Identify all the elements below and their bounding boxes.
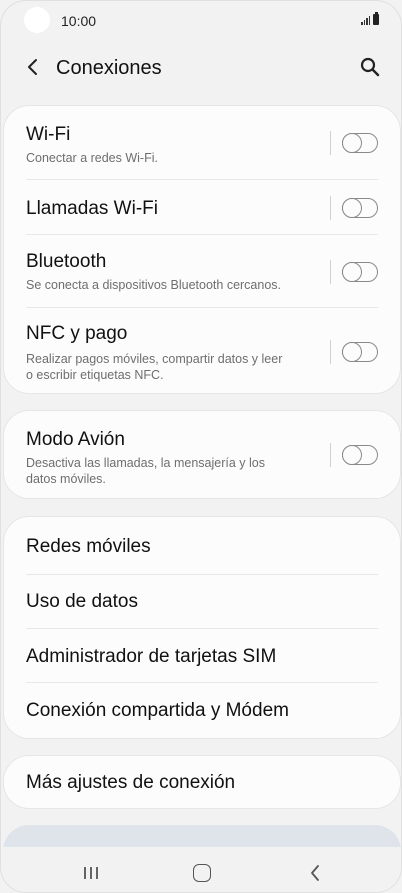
navigation-bar	[1, 847, 401, 892]
more-settings-card: Más ajustes de conexión	[3, 755, 401, 809]
airplane-mode-toggle[interactable]	[341, 444, 378, 465]
bluetooth-toggle[interactable]	[341, 261, 378, 282]
row-title: Modo Avión	[26, 429, 125, 450]
setting-row-data-usage[interactable]: Uso de datos	[4, 575, 400, 628]
wifi-calling-toggle[interactable]	[341, 197, 378, 218]
home-icon[interactable]	[193, 864, 211, 882]
row-title: Wi-Fi	[26, 124, 71, 145]
setting-row-wifi-calling[interactable]: Llamadas Wi-Fi	[4, 180, 400, 234]
row-subtitle: Conectar a redes Wi-Fi.	[26, 151, 158, 165]
nav-back-icon[interactable]	[308, 864, 322, 882]
status-bar: 10:00	[1, 1, 401, 41]
network-card: Redes móviles Uso de datos Administrador…	[3, 516, 401, 739]
setting-row-sim-manager[interactable]: Administrador de tarjetas SIM	[4, 629, 400, 682]
row-subtitle-line2: o escribir etiquetas NFC.	[26, 368, 164, 382]
signal-icon	[361, 15, 370, 25]
connections-card: Wi-Fi Conectar a redes Wi-Fi. Llamadas W…	[3, 105, 401, 394]
setting-row-nfc[interactable]: NFC y pago Realizar pagos móviles, compa…	[4, 308, 400, 394]
separator	[330, 340, 331, 364]
setting-row-more-connection-settings[interactable]: Más ajustes de conexión	[4, 756, 400, 810]
row-subtitle: Se conecta a dispositivos Bluetooth cerc…	[26, 278, 282, 292]
setting-row-tethering[interactable]: Conexión compartida y Módem	[4, 683, 400, 739]
page-title: Conexiones	[56, 57, 162, 79]
separator	[330, 131, 331, 155]
nfc-toggle[interactable]	[341, 341, 378, 362]
battery-icon	[373, 12, 379, 25]
separator	[330, 260, 331, 284]
setting-row-wifi[interactable]: Wi-Fi Conectar a redes Wi-Fi.	[4, 106, 400, 179]
camera-cutout	[24, 7, 50, 33]
back-arrow-icon[interactable]	[23, 56, 43, 78]
separator	[330, 196, 331, 220]
row-subtitle-line2: datos móviles.	[26, 472, 106, 486]
separator	[330, 443, 331, 467]
status-time: 10:00	[61, 13, 97, 29]
row-subtitle-line1: Desactiva las llamadas, la mensajería y …	[26, 456, 265, 470]
row-title: NFC y pago	[26, 323, 128, 344]
row-title: Administrador de tarjetas SIM	[26, 646, 277, 667]
recent-apps-icon[interactable]	[82, 866, 100, 880]
phone-screen: 10:00 Conexiones Wi-Fi Conectar a redes …	[0, 0, 402, 893]
row-title: Bluetooth	[26, 251, 107, 272]
row-subtitle-line1: Realizar pagos móviles, compartir datos …	[26, 352, 283, 366]
row-title: Redes móviles	[26, 536, 151, 557]
search-icon[interactable]	[359, 56, 381, 78]
row-title: Más ajustes de conexión	[26, 772, 236, 793]
setting-row-airplane-mode[interactable]: Modo Avión Desactiva las llamadas, la me…	[4, 411, 400, 500]
setting-row-mobile-networks[interactable]: Redes móviles	[4, 517, 400, 573]
row-title: Llamadas Wi-Fi	[26, 198, 158, 219]
app-header: Conexiones	[1, 45, 401, 91]
status-icons	[361, 12, 379, 25]
setting-row-bluetooth[interactable]: Bluetooth Se conecta a dispositivos Blue…	[4, 235, 400, 307]
row-title: Uso de datos	[26, 591, 138, 612]
wifi-toggle[interactable]	[341, 132, 378, 153]
airplane-card: Modo Avión Desactiva las llamadas, la me…	[3, 410, 401, 499]
row-title: Conexión compartida y Módem	[26, 700, 289, 721]
